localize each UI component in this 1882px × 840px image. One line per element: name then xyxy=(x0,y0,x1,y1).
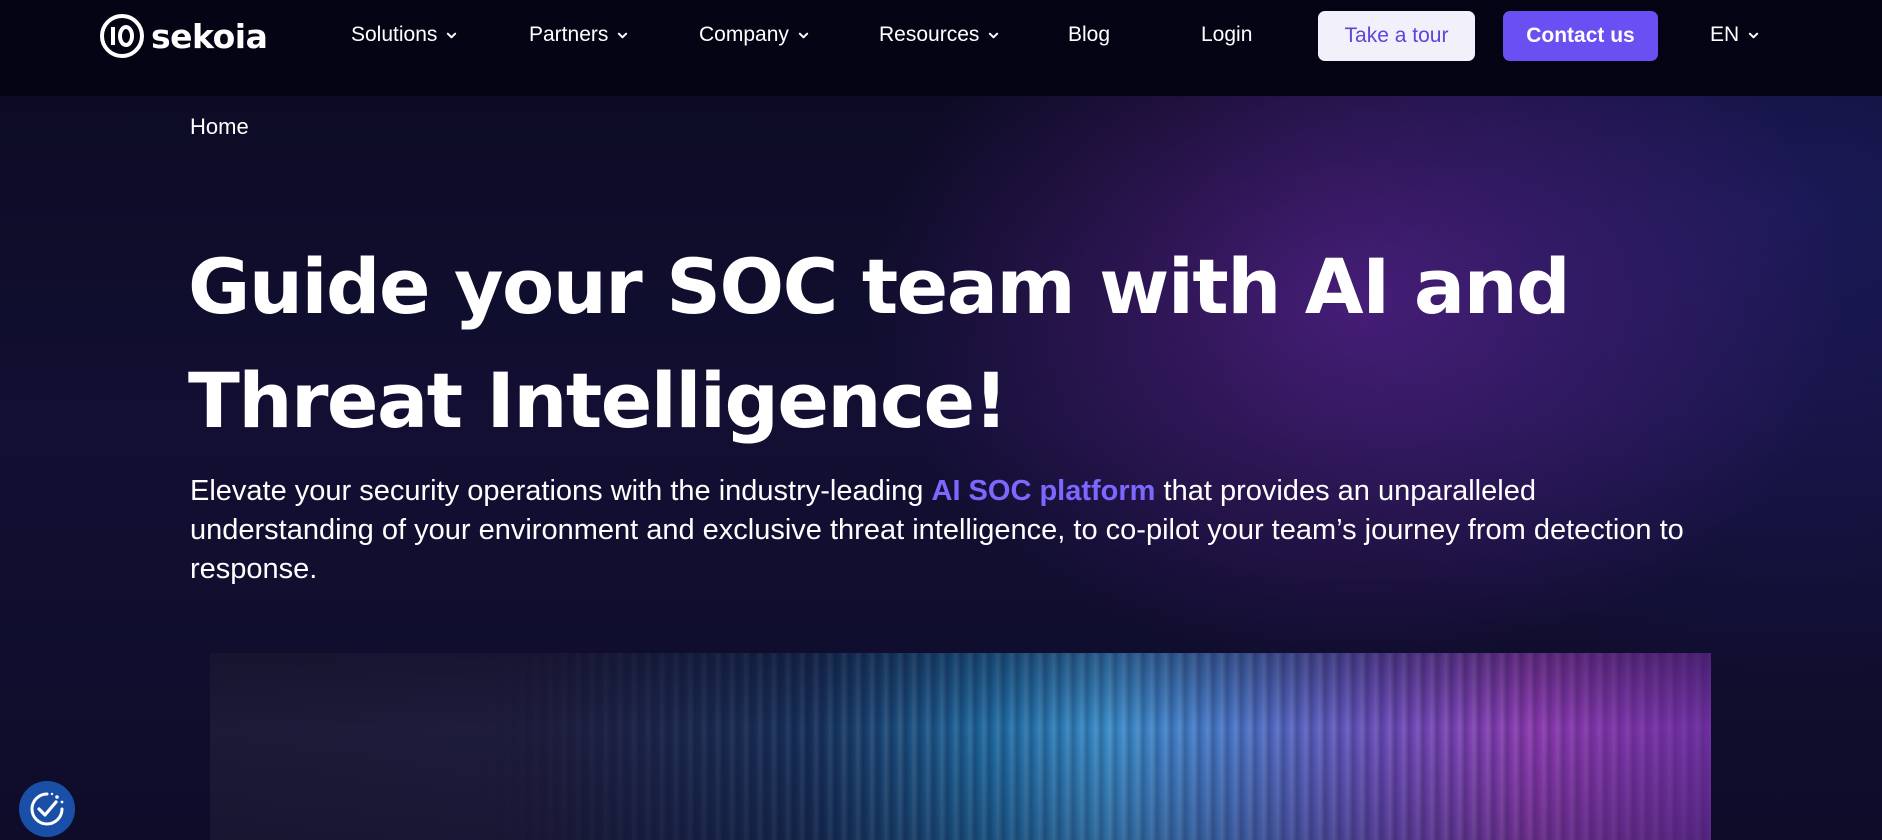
chevron-down-icon xyxy=(447,32,457,38)
page: sekoia Solutions Partners Company Resour… xyxy=(0,0,1882,840)
hero-visual xyxy=(210,653,1711,840)
cookie-consent-button[interactable] xyxy=(19,781,75,837)
hero-headline: Guide your SOC team with AI and Threat I… xyxy=(188,230,1638,458)
top-navbar: sekoia Solutions Partners Company Resour… xyxy=(0,0,1882,96)
chevron-down-icon xyxy=(618,32,628,38)
nav-login-label: Login xyxy=(1201,23,1253,46)
nav-resources-label: Resources xyxy=(879,23,980,46)
sekoia-logo[interactable]: sekoia xyxy=(99,12,268,60)
nav-blog[interactable]: Blog xyxy=(1068,20,1110,50)
hero-subtext: Elevate your security operations with th… xyxy=(190,472,1710,589)
hero-subtext-intro: Elevate your security operations with th… xyxy=(190,475,932,507)
nav-company-label: Company xyxy=(699,23,789,46)
nav-login[interactable]: Login xyxy=(1201,20,1252,50)
language-selector[interactable]: EN xyxy=(1710,20,1759,50)
breadcrumb-home[interactable]: Home xyxy=(190,114,249,140)
nav-resources[interactable]: Resources xyxy=(879,20,999,50)
chevron-down-icon xyxy=(1749,32,1759,38)
nav-blog-label: Blog xyxy=(1068,23,1111,46)
hero-headline-line2: Threat Intelligence! xyxy=(188,356,1008,445)
nav-company[interactable]: Company xyxy=(699,20,809,50)
chevron-down-icon xyxy=(798,32,809,38)
ai-soc-platform-link[interactable]: AI SOC platform xyxy=(932,475,1156,507)
logo-mark-icon xyxy=(100,14,144,58)
cookie-consent-check-icon xyxy=(30,792,64,826)
nav-partners[interactable]: Partners xyxy=(529,20,628,50)
hero-headline-line1: Guide your SOC team with AI and xyxy=(188,242,1571,331)
nav-solutions[interactable]: Solutions xyxy=(351,20,457,50)
logo-wordmark: sekoia xyxy=(151,16,268,56)
chevron-down-icon xyxy=(989,32,999,38)
nav-solutions-label: Solutions xyxy=(351,23,438,46)
nav-partners-label: Partners xyxy=(529,23,609,46)
take-a-tour-button[interactable]: Take a tour xyxy=(1318,11,1475,61)
contact-us-button[interactable]: Contact us xyxy=(1503,11,1658,61)
hero-visual-overlay xyxy=(210,653,1711,840)
language-label: EN xyxy=(1710,23,1740,46)
